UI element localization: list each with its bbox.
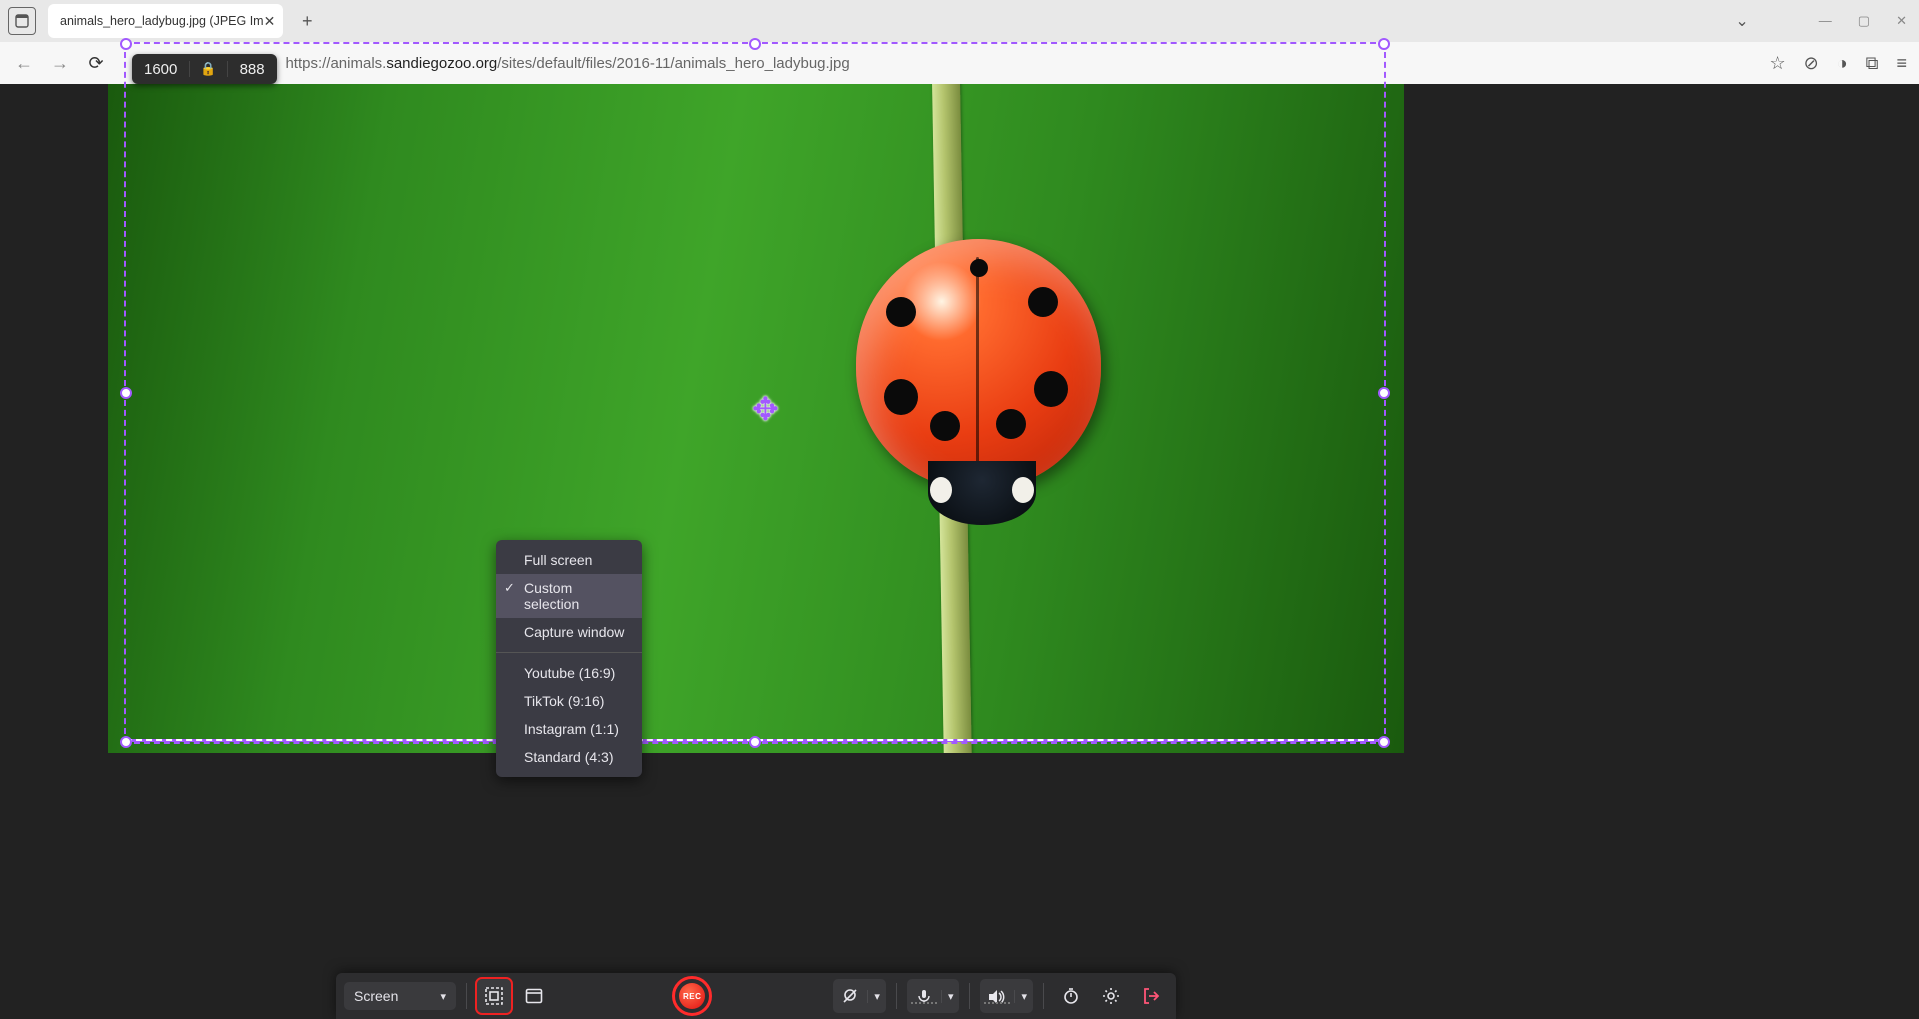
exit-button[interactable] [1134,979,1168,1013]
pocket-icon[interactable]: ⊘ [1804,53,1819,74]
tab-title: animals_hero_ladybug.jpg (JPEG Im [60,14,264,28]
url-field[interactable]: 🔒 https://animals.sandiegozoo.org/sites/… [120,55,1758,72]
aspect-lock-icon[interactable]: 🔒 [189,61,227,77]
url-prefix: https://animals. [285,55,386,72]
timer-button[interactable] [1054,979,1088,1013]
move-cursor-icon: ✥ [752,390,779,428]
chevron-down-icon[interactable]: ▾ [1014,990,1033,1003]
resize-handle-mr[interactable] [1378,387,1390,399]
record-button[interactable]: REC [672,976,712,1016]
maximize-icon[interactable]: ▢ [1858,13,1870,29]
selection-height[interactable]: 888 [228,61,277,78]
popup-item-youtube[interactable]: Youtube (16:9) [496,659,642,687]
chevron-down-icon[interactable]: ▾ [867,990,886,1003]
resize-handle-br[interactable] [1378,736,1390,748]
window-controls: ― ▢ ✕ [1819,13,1919,29]
webcam-toggle[interactable]: ▾ [833,979,886,1013]
recording-toolbar: Screen ▾ REC ▾ ▾ ▾ [336,973,1176,1019]
tab-history-icon[interactable] [8,7,36,35]
browser-tab[interactable]: animals_hero_ladybug.jpg (JPEG Im ✕ [48,4,283,38]
popup-item-instagram[interactable]: Instagram (1:1) [496,715,642,743]
popup-item-standard[interactable]: Standard (4:3) [496,743,642,771]
source-dropdown[interactable]: Screen ▾ [344,982,456,1010]
address-bar: ← → ⟳ 🔒 https://animals.sandiegozoo.org/… [0,42,1919,84]
resize-handle-tl[interactable] [120,38,132,50]
selection-dimensions: 1600 🔒 888 [132,54,277,84]
back-button[interactable]: ← [12,53,36,74]
extensions-icon[interactable]: ⧉ [1866,53,1879,74]
popup-item-tiktok[interactable]: TikTok (9:16) [496,687,642,715]
url-suffix: /sites/default/files/2016-11/animals_her… [497,55,849,72]
record-label: REC [679,983,705,1009]
capture-mode-popup: Full screen ✓ Custom selection Capture w… [496,540,642,777]
resize-handle-bm[interactable] [749,736,761,748]
chevron-down-icon: ▾ [440,990,446,1003]
resize-handle-tm[interactable] [749,38,761,50]
page-content [0,84,1919,1019]
popup-separator [496,652,642,653]
tabs-dropdown-icon[interactable]: ⌄ [1735,11,1748,31]
url-domain: sandiegozoo.org [386,55,497,72]
forward-button[interactable]: → [48,53,72,74]
settings-button[interactable] [1094,979,1128,1013]
resize-handle-tr[interactable] [1378,38,1390,50]
chevron-down-icon[interactable]: ▾ [941,990,960,1003]
popup-item-custom-selection[interactable]: ✓ Custom selection [496,574,642,618]
new-tab-button[interactable]: + [293,11,321,32]
menu-icon[interactable]: ≡ [1896,53,1907,74]
resize-handle-ml[interactable] [120,387,132,399]
close-tab-icon[interactable]: ✕ [264,13,276,30]
minimize-icon[interactable]: ― [1819,13,1832,29]
browser-tab-bar: animals_hero_ladybug.jpg (JPEG Im ✕ + ⌄ … [0,0,1919,42]
window-capture-button[interactable] [517,979,551,1013]
system-audio-toggle[interactable]: ▾ [980,979,1033,1013]
popup-item-fullscreen[interactable]: Full screen [496,546,642,574]
bookmark-star-icon[interactable]: ☆ [1770,53,1786,74]
account-icon[interactable]: ◑ [1837,53,1848,74]
close-window-icon[interactable]: ✕ [1896,13,1907,29]
check-icon: ✓ [504,580,515,596]
resize-handle-bl[interactable] [120,736,132,748]
microphone-toggle[interactable]: ▾ [907,979,960,1013]
custom-area-button[interactable] [477,979,511,1013]
popup-item-capture-window[interactable]: Capture window [496,618,642,646]
reload-button[interactable]: ⟳ [84,53,108,74]
source-label: Screen [354,988,398,1004]
selection-width[interactable]: 1600 [132,61,189,78]
